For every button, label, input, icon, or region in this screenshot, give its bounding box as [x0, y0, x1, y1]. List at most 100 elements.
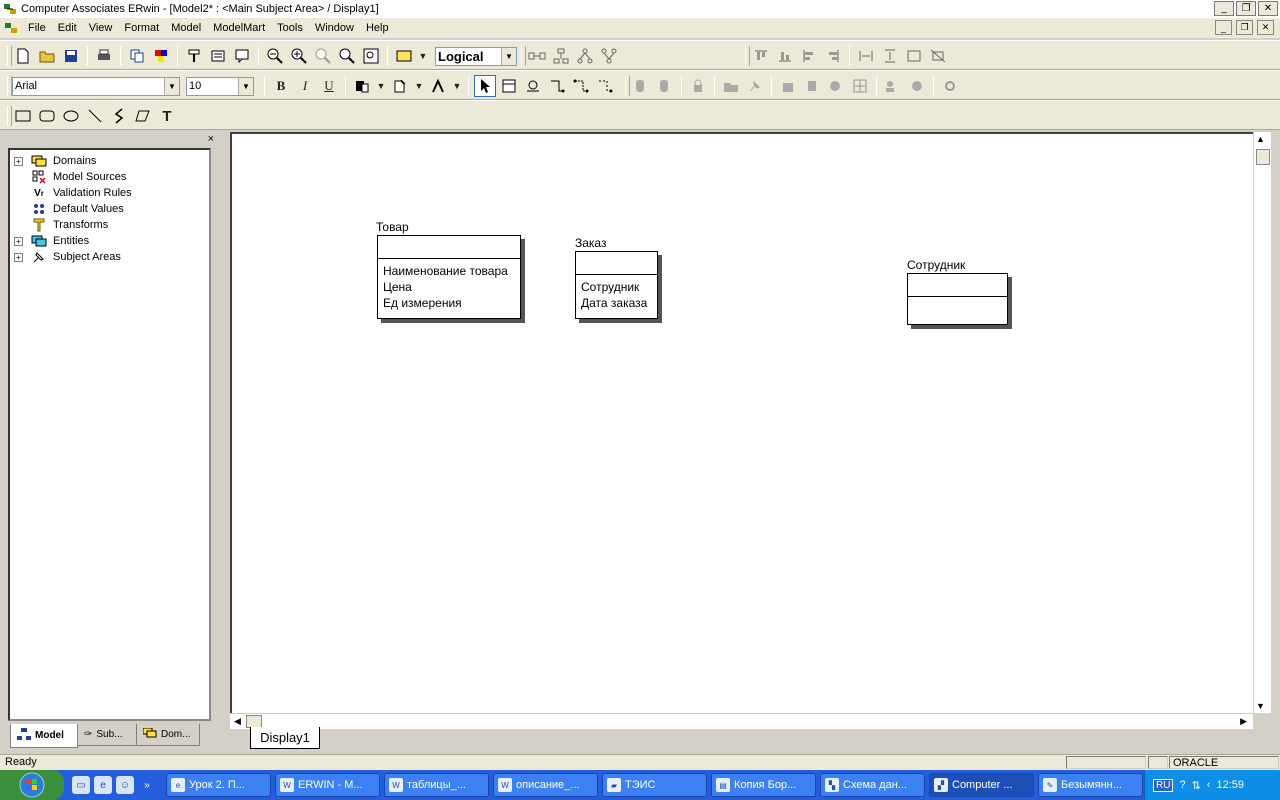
taskbar-item-active[interactable]: ▞ Computer ...: [929, 773, 1034, 797]
mm-security-icon[interactable]: [777, 75, 799, 97]
lock-icon[interactable]: [687, 75, 709, 97]
dropdown-arrow-icon[interactable]: ▼: [375, 75, 387, 97]
document-icon[interactable]: [4, 21, 20, 35]
scroll-down-icon[interactable]: ▼: [1256, 701, 1265, 711]
mm-version-icon[interactable]: [825, 75, 847, 97]
scroll-up-icon[interactable]: ▲: [1256, 134, 1265, 144]
resize-icon[interactable]: [927, 45, 949, 67]
taskbar-item[interactable]: ▰ ТЭИС: [602, 773, 707, 797]
tree-item-default-values[interactable]: Default Values: [10, 201, 209, 217]
font-color-icon[interactable]: [427, 75, 449, 97]
align-bottom-icon[interactable]: [774, 45, 796, 67]
horizontal-scrollbar[interactable]: ◀ ▶: [230, 713, 1253, 729]
line-icon[interactable]: [84, 105, 106, 127]
diagram-canvas[interactable]: Товар Наименование товара Цена Ед измере…: [230, 132, 1253, 713]
entity-zakaz[interactable]: Сотрудник Дата заказа: [575, 251, 658, 319]
non-identifying-relationship-icon[interactable]: [594, 75, 616, 97]
line-color-icon[interactable]: [389, 75, 411, 97]
chevron-down-icon[interactable]: ▼: [501, 47, 516, 65]
network-icon[interactable]: [598, 45, 620, 67]
open-folder-icon[interactable]: [36, 45, 58, 67]
tab-subject-areas[interactable]: ✑ Sub...: [77, 724, 137, 746]
zoom-page-icon[interactable]: [360, 45, 382, 67]
chevron-down-icon[interactable]: ▼: [164, 77, 179, 95]
zoom-fit-icon[interactable]: [336, 45, 358, 67]
many-to-many-relationship-icon[interactable]: [570, 75, 592, 97]
erwin-app-icon[interactable]: [3, 2, 17, 16]
close-button[interactable]: ✕: [1258, 1, 1278, 16]
scroll-right-icon[interactable]: ▶: [1240, 716, 1247, 727]
align-left-icon[interactable]: [798, 45, 820, 67]
tab-model[interactable]: Model: [10, 724, 78, 748]
ellipse-icon[interactable]: [60, 105, 82, 127]
taskbar-item[interactable]: ✎ Безымянн...: [1038, 773, 1143, 797]
mm-library-icon[interactable]: [801, 75, 823, 97]
chevron-down-icon[interactable]: ▼: [238, 77, 253, 95]
help-icon[interactable]: ?: [1179, 779, 1185, 791]
messenger-icon[interactable]: ☺: [116, 776, 134, 794]
note-icon[interactable]: [207, 45, 229, 67]
more-icon[interactable]: »: [138, 776, 156, 794]
bold-button[interactable]: B: [270, 75, 292, 97]
mm-connect-icon[interactable]: [630, 75, 652, 97]
mdi-minimize-button[interactable]: _: [1215, 20, 1232, 35]
mm-users-icon[interactable]: [882, 75, 904, 97]
dropdown-arrow-icon[interactable]: ▼: [417, 45, 429, 67]
align-top-icon[interactable]: [750, 45, 772, 67]
taskbar-item[interactable]: Wописание_...: [493, 773, 598, 797]
tree-item-subject-areas[interactable]: + Subject Areas: [10, 249, 209, 265]
menu-format[interactable]: Format: [118, 19, 165, 37]
subtype-tool-icon[interactable]: [522, 75, 544, 97]
rectangle-icon[interactable]: [12, 105, 34, 127]
tree-item-model-sources[interactable]: Model Sources: [10, 169, 209, 185]
zoom-out-icon[interactable]: [264, 45, 286, 67]
menu-window[interactable]: Window: [309, 19, 360, 37]
same-size-icon[interactable]: [903, 45, 925, 67]
language-indicator[interactable]: RU: [1153, 778, 1174, 792]
pointer-icon[interactable]: [474, 75, 496, 97]
relationship-icon[interactable]: [526, 45, 548, 67]
menu-edit[interactable]: Edit: [52, 19, 83, 37]
fill-color-icon[interactable]: [351, 75, 373, 97]
model-level-select[interactable]: Logical ▼: [435, 46, 517, 66]
space-horizontal-icon[interactable]: [855, 45, 877, 67]
mm-help-icon[interactable]: [906, 75, 928, 97]
entity-tool-icon[interactable]: [498, 75, 520, 97]
expand-icon[interactable]: +: [14, 156, 23, 166]
rounded-rectangle-icon[interactable]: [36, 105, 58, 127]
tab-display1[interactable]: Display1: [250, 727, 320, 749]
space-vertical-icon[interactable]: [879, 45, 901, 67]
zoom-in-icon[interactable]: [288, 45, 310, 67]
color-icon[interactable]: [150, 45, 172, 67]
mm-disconnect-icon[interactable]: [654, 75, 676, 97]
hierarchy-icon[interactable]: [574, 45, 596, 67]
copy-icon[interactable]: [126, 45, 148, 67]
display-level-icon[interactable]: [393, 45, 415, 67]
dropdown-arrow-icon[interactable]: ▼: [451, 75, 463, 97]
format-painter-icon[interactable]: [183, 45, 205, 67]
network-icon[interactable]: ⇅: [1192, 779, 1201, 792]
menu-file[interactable]: File: [22, 19, 52, 37]
text-tool-icon[interactable]: T: [156, 105, 178, 127]
mdi-restore-button[interactable]: ❐: [1236, 20, 1253, 35]
mm-grid-icon[interactable]: [849, 75, 871, 97]
taskbar-item[interactable]: Wтаблицы_...: [384, 773, 489, 797]
subtype-icon[interactable]: [550, 45, 572, 67]
align-right-icon[interactable]: [822, 45, 844, 67]
new-file-icon[interactable]: [12, 45, 34, 67]
tab-domains[interactable]: Dom...: [136, 724, 200, 746]
chevron-left-icon[interactable]: ‹: [1207, 779, 1211, 791]
italic-button[interactable]: I: [294, 75, 316, 97]
print-icon[interactable]: [93, 45, 115, 67]
taskbar-item[interactable]: e Урок 2. П...: [166, 773, 271, 797]
menu-model[interactable]: Model: [165, 19, 207, 37]
polyline-icon[interactable]: [108, 105, 130, 127]
start-button[interactable]: [0, 770, 64, 800]
save-icon[interactable]: [60, 45, 82, 67]
taskbar-item[interactable]: ▚ Схема дан...: [820, 773, 925, 797]
mm-pin-icon[interactable]: [744, 75, 766, 97]
show-desktop-icon[interactable]: ▭: [72, 776, 90, 794]
restore-button[interactable]: ❐: [1236, 1, 1256, 16]
tree-item-validation-rules[interactable]: Vr Validation Rules: [10, 185, 209, 201]
menu-help[interactable]: Help: [360, 19, 395, 37]
